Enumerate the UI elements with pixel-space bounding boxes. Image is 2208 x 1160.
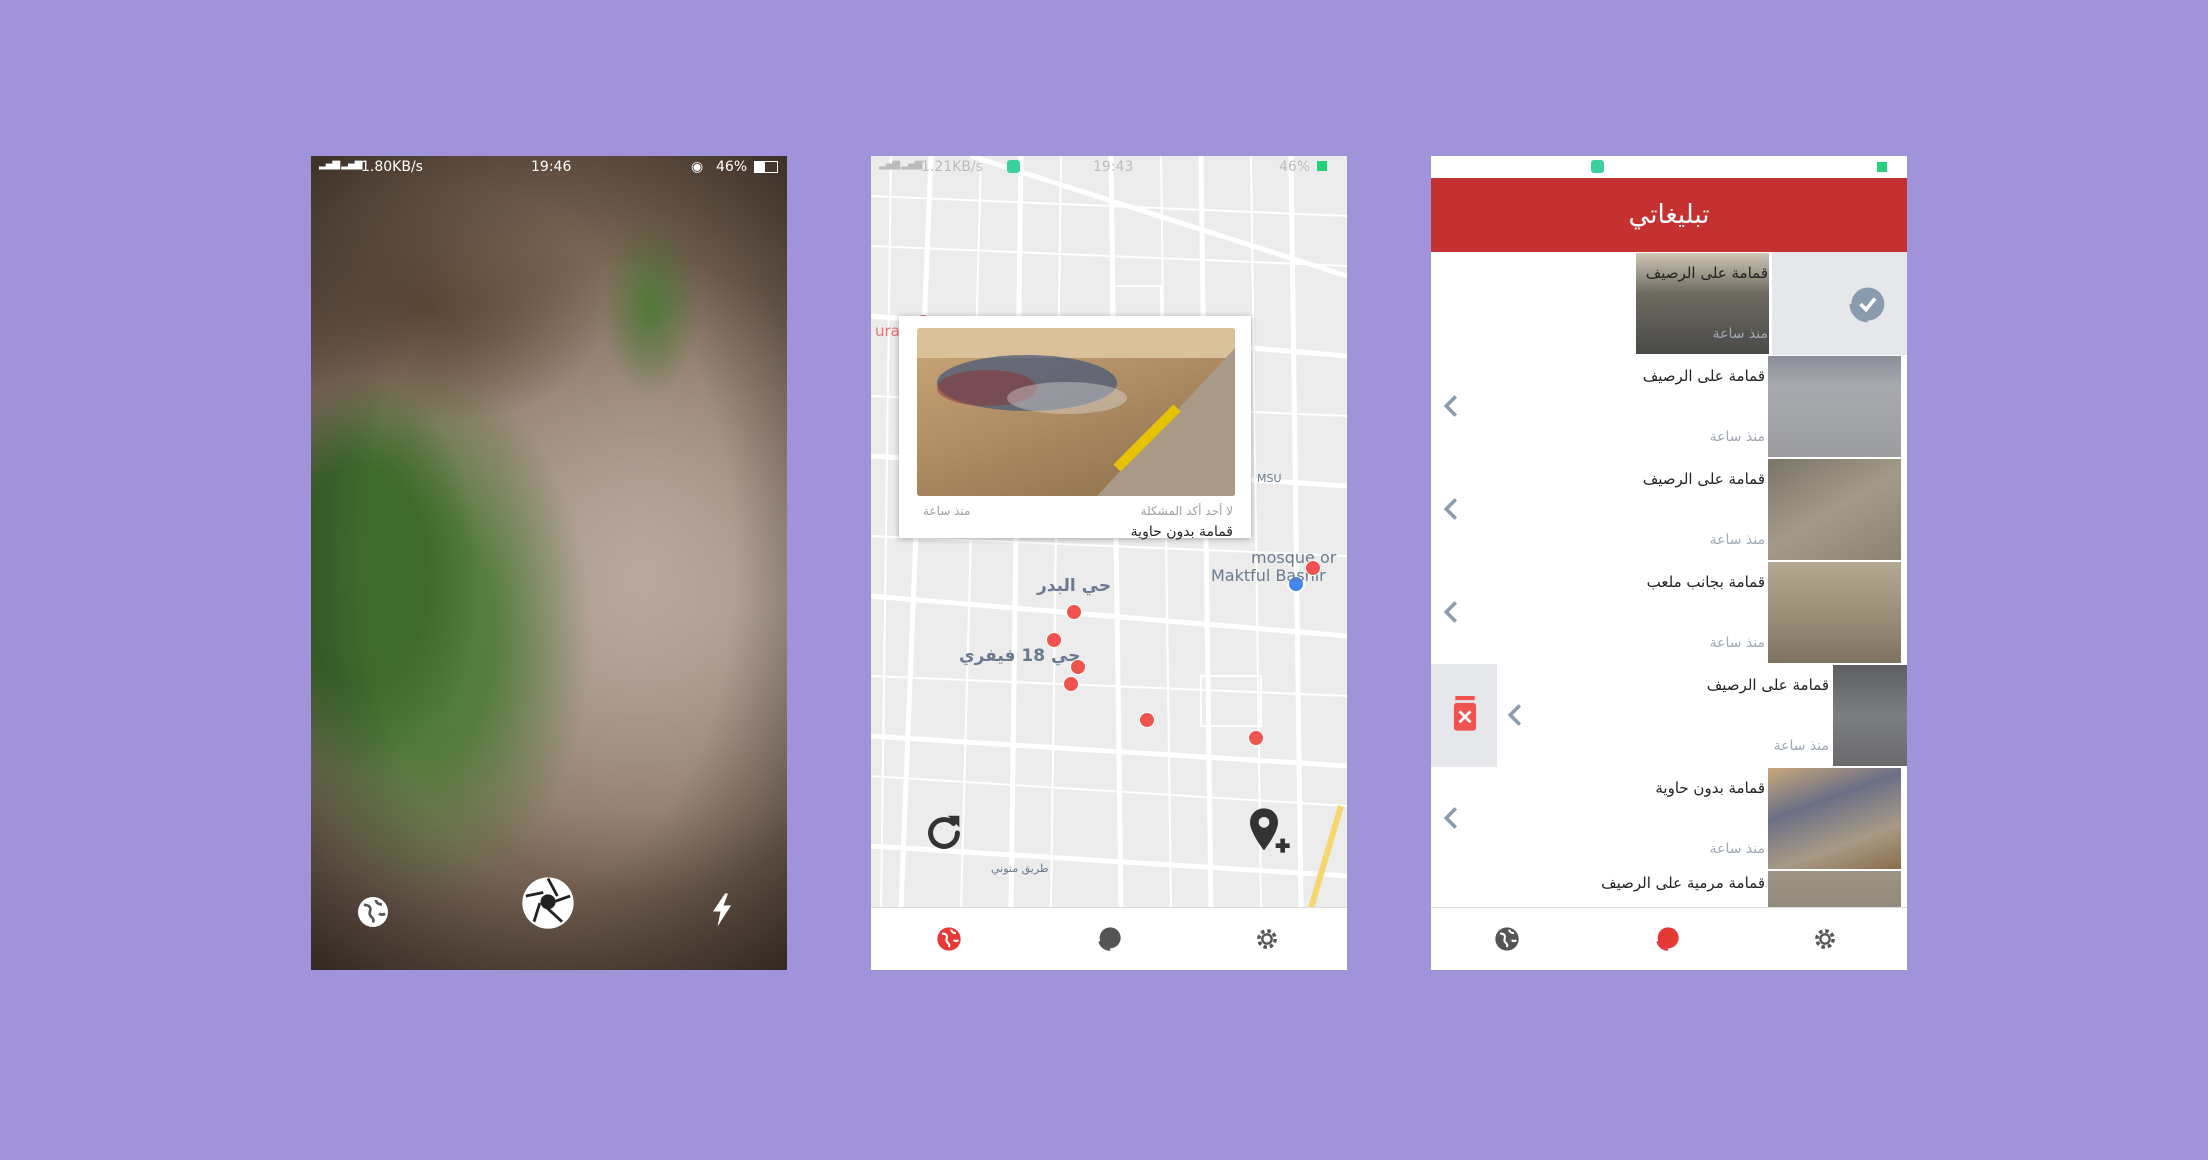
report-title: قمامة بجانب ملعب <box>1646 573 1765 591</box>
nav-settings[interactable] <box>1811 925 1839 953</box>
nav-map[interactable] <box>935 925 963 953</box>
chevron-left-icon <box>1443 601 1458 623</box>
camera-screen: ▂▄▆ ▂▄▆ 1.80KB/s 19:46 ◉ 46% <box>311 156 787 970</box>
report-photo <box>917 328 1235 496</box>
shutter-icon[interactable] <box>520 875 576 931</box>
list-item[interactable]: قمامة على الرصيف منذ ساعة <box>1431 664 1907 768</box>
report-marker[interactable] <box>1070 659 1086 675</box>
status-bar: ▂▄▆ ▂▄▆ 1.80KB/s 19:46 ◉ 46% <box>311 156 787 178</box>
confirm-action[interactable] <box>1772 252 1907 355</box>
report-thumbnail <box>1768 768 1901 869</box>
map-label-mosque: mosque or <box>1251 548 1337 567</box>
clock: 19:46 <box>531 159 572 175</box>
map-label-msu: MSU <box>1257 472 1282 485</box>
battery-level: 46% <box>1279 159 1311 175</box>
reports-list[interactable]: قمامة على الرصيف منذ ساعة قمامة على الرص… <box>1431 252 1907 908</box>
trash-icon <box>1453 696 1477 731</box>
report-time: منذ ساعة <box>923 504 971 518</box>
report-title: قمامة بدون حاوية <box>1655 779 1765 797</box>
flash-icon[interactable] <box>709 892 735 928</box>
battery-level: 46% <box>716 159 748 175</box>
report-time: منذ ساعة <box>1709 532 1765 548</box>
status-bar: ▂▄▆ ▂▄▆ 1.21KB/s 19:43 46% <box>871 156 1347 178</box>
report-title: قمامة على الرصيف <box>1645 264 1768 282</box>
list-item[interactable]: قمامة مرمية على الرصيف <box>1431 870 1907 908</box>
list-item[interactable]: قمامة بدون حاوية منذ ساعة <box>1431 767 1907 871</box>
status-bar <box>1431 156 1907 178</box>
report-time: منذ ساعة <box>1709 841 1765 857</box>
nav-reports[interactable] <box>1653 925 1681 953</box>
nav-reports[interactable] <box>1095 925 1123 953</box>
globe-icon[interactable] <box>355 894 391 930</box>
report-popup[interactable]: لا أحد أكد المشكلة منذ ساعة قمامة بدون ح… <box>899 316 1251 540</box>
eye-icon: ◉ <box>691 159 704 175</box>
battery-icon <box>1877 162 1887 172</box>
check-icon <box>1849 287 1885 323</box>
nav-settings[interactable] <box>1253 925 1281 953</box>
report-marker[interactable] <box>1305 560 1321 576</box>
map-view[interactable]: urab MSU mosque or Maktful Bashir حي الب… <box>871 156 1347 908</box>
map-screen: urab MSU mosque or Maktful Bashir حي الب… <box>871 156 1347 970</box>
report-time: منذ ساعة <box>1709 635 1765 651</box>
report-time: منذ ساعة <box>1773 738 1829 754</box>
report-thumbnail <box>1768 562 1901 663</box>
report-marker[interactable] <box>1066 604 1082 620</box>
map-label-hay-18: حي 18 فيفري <box>959 646 1081 666</box>
list-item[interactable]: قمامة على الرصيف منذ ساعة <box>1431 458 1907 562</box>
signal-icon: ▂▄▆ ▂▄▆ <box>319 159 362 170</box>
chevron-left-icon <box>1443 395 1458 417</box>
bottom-nav <box>1431 907 1907 970</box>
chevron-left-icon <box>1443 498 1458 520</box>
signal-icon: ▂▄▆ ▂▄▆ <box>879 159 922 170</box>
report-marker[interactable] <box>1063 676 1079 692</box>
report-title: قمامة على الرصيف <box>1706 676 1829 694</box>
report-title: قمامة بدون حاوية <box>1130 524 1233 540</box>
map-label-road: طريق متوني <box>991 862 1049 875</box>
report-title: قمامة على الرصيف <box>1642 470 1765 488</box>
page-title: تبليغاتي <box>1431 178 1907 252</box>
report-thumbnail <box>1768 459 1901 560</box>
report-thumbnail <box>1768 356 1901 457</box>
settings-icon <box>1257 929 1277 949</box>
confirm-status: لا أحد أكد المشكلة <box>1140 504 1233 518</box>
app-notification-icon <box>1007 160 1020 173</box>
net-speed: 1.21KB/s <box>921 159 983 175</box>
report-thumbnail <box>1768 871 1901 908</box>
delete-action[interactable] <box>1431 664 1497 767</box>
globe-icon <box>1495 927 1519 951</box>
report-time: منذ ساعة <box>1712 326 1768 342</box>
list-item[interactable]: قمامة على الرصيف منذ ساعة <box>1431 355 1907 459</box>
bottom-nav <box>871 907 1347 970</box>
map-label-hay-badr: حي البدر <box>1037 576 1112 596</box>
list-item[interactable]: قمامة بجانب ملعب منذ ساعة <box>1431 561 1907 665</box>
nav-map[interactable] <box>1493 925 1521 953</box>
battery-icon <box>1317 161 1327 171</box>
net-speed: 1.80KB/s <box>361 159 423 175</box>
report-thumbnail <box>1833 665 1907 766</box>
report-marker[interactable] <box>1046 632 1062 648</box>
battery-icon <box>754 161 778 173</box>
report-title: قمامة مرمية على الرصيف <box>1601 874 1765 892</box>
report-marker[interactable] <box>1248 730 1264 746</box>
report-title: قمامة على الرصيف <box>1642 367 1765 385</box>
app-notification-icon <box>1591 160 1604 173</box>
list-item[interactable]: قمامة على الرصيف منذ ساعة <box>1431 252 1907 356</box>
chevron-left-icon <box>1507 704 1522 726</box>
reports-icon <box>1098 927 1121 951</box>
globe-icon <box>937 927 961 951</box>
settings-icon <box>1815 929 1835 949</box>
reports-icon <box>1656 927 1679 951</box>
report-time: منذ ساعة <box>1709 429 1765 445</box>
my-reports-screen: تبليغاتي قمامة على الرصيف منذ ساعة قمامة… <box>1431 156 1907 970</box>
clock: 19:43 <box>1093 159 1134 175</box>
report-marker[interactable] <box>1139 712 1155 728</box>
chevron-left-icon <box>1443 807 1458 829</box>
